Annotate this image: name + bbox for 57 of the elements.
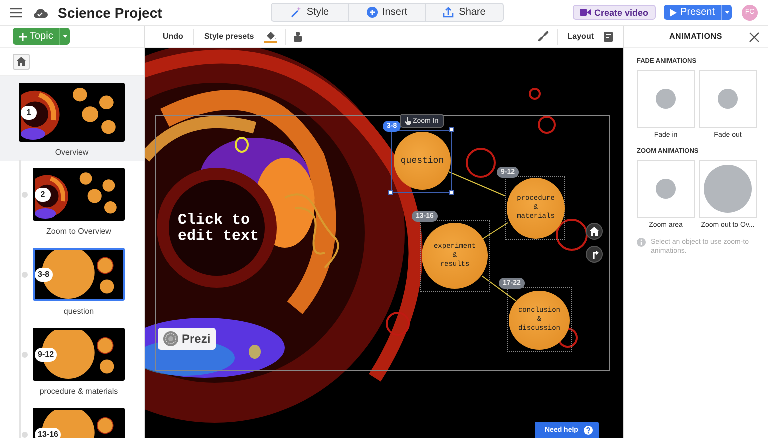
close-button[interactable]	[749, 31, 760, 42]
resize-handle[interactable]	[449, 127, 454, 132]
style-presets-button[interactable]: Style presets	[194, 28, 264, 44]
home-icon	[17, 57, 26, 66]
caret-icon	[724, 11, 730, 14]
slide-label: question	[64, 307, 94, 316]
play-icon	[670, 8, 677, 16]
slide-label: procedure & materials	[40, 387, 118, 396]
home-icon	[590, 227, 599, 236]
circle-icon	[656, 179, 676, 199]
connector-line	[482, 222, 508, 240]
create-video-button[interactable]: Create video	[572, 5, 656, 20]
caret-icon	[62, 35, 68, 38]
large-circle-icon	[704, 165, 752, 213]
back-button[interactable]	[586, 246, 603, 263]
logo-icon	[163, 331, 179, 347]
animation-tile[interactable]	[699, 70, 757, 128]
present-dropdown-button[interactable]	[721, 5, 732, 20]
topic-dropdown-button[interactable]	[59, 28, 70, 45]
slide-thumbnail[interactable]	[33, 168, 125, 221]
slide-thumbnail[interactable]	[19, 83, 125, 142]
layout-button[interactable]: Layout	[558, 28, 604, 44]
close-icon	[749, 32, 760, 43]
circle-icon	[656, 89, 676, 109]
turn-arrow-icon	[590, 250, 598, 259]
layout-icon[interactable]	[604, 32, 613, 42]
animation-tile[interactable]	[699, 160, 757, 218]
panel-title: ANIMATIONS	[669, 32, 723, 41]
menu-icon[interactable]	[10, 8, 22, 18]
help-icon	[584, 426, 594, 434]
project-title: Science Project	[58, 4, 164, 20]
resize-handle[interactable]	[449, 190, 454, 195]
animation-tile[interactable]	[637, 70, 695, 128]
plus-icon	[366, 7, 378, 18]
toolbar-tab[interactable]: Share	[426, 4, 503, 21]
cloud-icon[interactable]	[32, 7, 48, 18]
logo-text: Prezi	[182, 332, 211, 346]
undo-button[interactable]: Undo	[153, 28, 194, 44]
circle-icon	[718, 89, 738, 109]
animation-tile[interactable]	[637, 160, 695, 218]
plus-icon	[19, 32, 27, 40]
toolbar-tab[interactable]: Style	[272, 4, 349, 21]
slide-label: Zoom to Overview	[46, 227, 112, 236]
hand-pointer-icon	[405, 117, 411, 125]
home-button[interactable]	[586, 223, 603, 240]
link-icon[interactable]	[538, 31, 549, 42]
slide-thumbnail[interactable]	[33, 328, 125, 381]
upload-icon	[443, 7, 454, 18]
stamp-icon[interactable]	[294, 32, 302, 42]
resize-handle[interactable]	[388, 190, 393, 195]
video-camera-icon	[580, 9, 590, 16]
wand-icon	[290, 7, 302, 18]
paint-bucket-icon[interactable]	[264, 30, 278, 42]
slide-thumbnail[interactable]	[33, 248, 125, 301]
info-icon	[637, 238, 646, 247]
slide-label: Overview	[55, 148, 89, 157]
toolbar-tab[interactable]: Insert	[349, 4, 426, 21]
